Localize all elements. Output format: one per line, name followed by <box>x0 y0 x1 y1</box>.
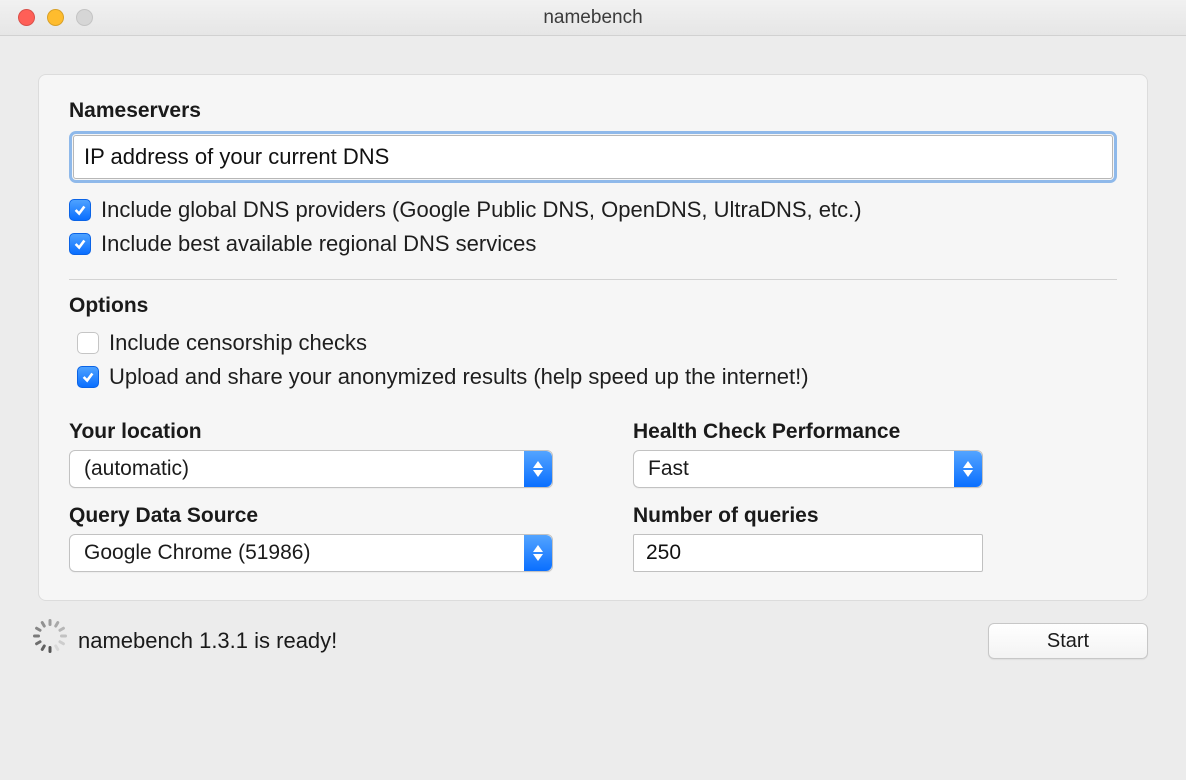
location-value: (automatic) <box>84 457 189 481</box>
chevron-up-icon <box>533 461 543 468</box>
upload-checkbox[interactable] <box>77 366 99 388</box>
nameservers-heading: Nameservers <box>69 99 1117 123</box>
data-source-select[interactable]: Google Chrome (51986) <box>69 534 553 572</box>
censorship-label: Include censorship checks <box>109 326 367 360</box>
health-field: Health Check Performance Fast <box>633 420 1117 488</box>
zoom-window-button[interactable] <box>76 9 93 26</box>
data-source-value: Google Chrome (51986) <box>84 541 310 565</box>
include-regional-checkbox[interactable] <box>69 233 91 255</box>
window-titlebar: namebench <box>0 0 1186 36</box>
nameservers-input[interactable] <box>73 135 1113 179</box>
chevron-up-icon <box>533 545 543 552</box>
data-source-field: Query Data Source Google Chrome (51986) <box>69 504 553 572</box>
start-button[interactable]: Start <box>988 623 1148 659</box>
select-stepper-icon <box>524 535 552 571</box>
minimize-window-button[interactable] <box>47 9 64 26</box>
data-source-label: Query Data Source <box>69 504 553 528</box>
chevron-down-icon <box>533 470 543 477</box>
checkmark-icon <box>73 203 87 217</box>
chevron-up-icon <box>963 461 973 468</box>
chevron-down-icon <box>533 554 543 561</box>
censorship-row[interactable]: Include censorship checks <box>77 326 1117 360</box>
upload-label: Upload and share your anonymized results… <box>109 360 809 394</box>
select-stepper-icon <box>954 451 982 487</box>
content-area: Nameservers Include global DNS providers… <box>0 36 1186 601</box>
censorship-checkbox[interactable] <box>77 332 99 354</box>
queries-input[interactable] <box>633 534 983 572</box>
start-button-label: Start <box>1047 630 1089 653</box>
close-window-button[interactable] <box>18 9 35 26</box>
chevron-down-icon <box>963 470 973 477</box>
upload-row[interactable]: Upload and share your anonymized results… <box>77 360 1117 394</box>
include-regional-label: Include best available regional DNS serv… <box>101 227 536 261</box>
location-select[interactable]: (automatic) <box>69 450 553 488</box>
options-block: Include censorship checks Upload and sha… <box>69 326 1117 394</box>
queries-label: Number of queries <box>633 504 1117 528</box>
traffic-lights <box>0 9 93 26</box>
health-select[interactable]: Fast <box>633 450 983 488</box>
include-global-label: Include global DNS providers (Google Pub… <box>101 193 862 227</box>
status-text: namebench 1.3.1 is ready! <box>78 628 337 654</box>
nameservers-input-focus-ring <box>69 131 1117 183</box>
select-stepper-icon <box>524 451 552 487</box>
divider <box>69 279 1117 280</box>
options-heading: Options <box>69 294 1117 318</box>
settings-panel: Nameservers Include global DNS providers… <box>38 74 1148 601</box>
health-value: Fast <box>648 457 689 481</box>
location-label: Your location <box>69 420 553 444</box>
window-title: namebench <box>0 7 1186 29</box>
checkmark-icon <box>81 370 95 384</box>
include-regional-row[interactable]: Include best available regional DNS serv… <box>69 227 1117 261</box>
include-global-checkbox[interactable] <box>69 199 91 221</box>
health-label: Health Check Performance <box>633 420 1117 444</box>
spinner-icon <box>38 629 62 653</box>
footer: namebench 1.3.1 is ready! Start <box>0 601 1186 659</box>
status-area: namebench 1.3.1 is ready! <box>38 628 337 654</box>
location-field: Your location (automatic) <box>69 420 553 488</box>
include-global-row[interactable]: Include global DNS providers (Google Pub… <box>69 193 1117 227</box>
queries-field: Number of queries <box>633 504 1117 572</box>
checkmark-icon <box>73 237 87 251</box>
form-grid: Your location (automatic) Health Check P… <box>69 420 1117 572</box>
